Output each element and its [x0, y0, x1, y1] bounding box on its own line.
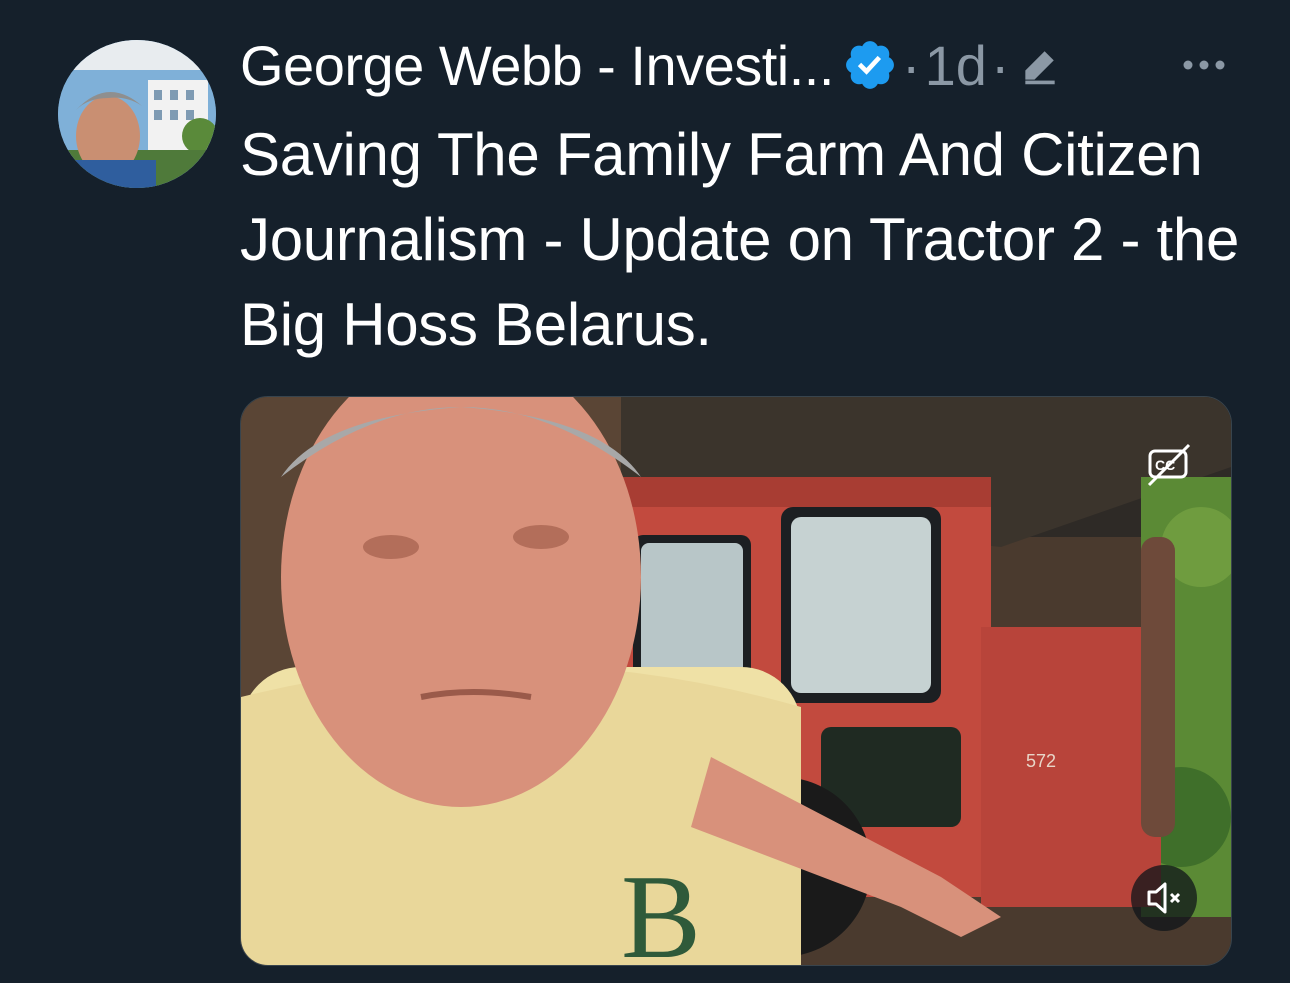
tweet-header: George Webb - Investi... · 1d · — [240, 26, 1062, 104]
volume-muted-icon — [1147, 882, 1181, 914]
verified-badge-icon[interactable] — [842, 37, 898, 93]
more-horizontal-icon — [1183, 60, 1225, 70]
video-player[interactable]: 572 B CC — [240, 396, 1232, 966]
captions-button[interactable]: CC — [1145, 441, 1195, 489]
tweet-text: Saving The Family Farm And Citizen Journ… — [240, 121, 1240, 358]
separator-dot: · — [990, 33, 1010, 97]
tractor-number: 572 — [1026, 751, 1056, 771]
pencil-icon[interactable] — [1018, 43, 1062, 87]
closed-captions-off-icon: CC — [1147, 443, 1191, 487]
author-avatar[interactable] — [58, 40, 216, 188]
tweet-timestamp[interactable]: 1d — [925, 33, 987, 98]
mute-button[interactable] — [1131, 865, 1197, 931]
shirt-letters: B — [621, 850, 701, 965]
separator-dot: · — [901, 33, 921, 97]
author-name[interactable]: George Webb - Investi... — [240, 33, 834, 98]
video-frame: 572 B — [241, 397, 1231, 965]
more-options-button[interactable] — [1178, 50, 1230, 80]
